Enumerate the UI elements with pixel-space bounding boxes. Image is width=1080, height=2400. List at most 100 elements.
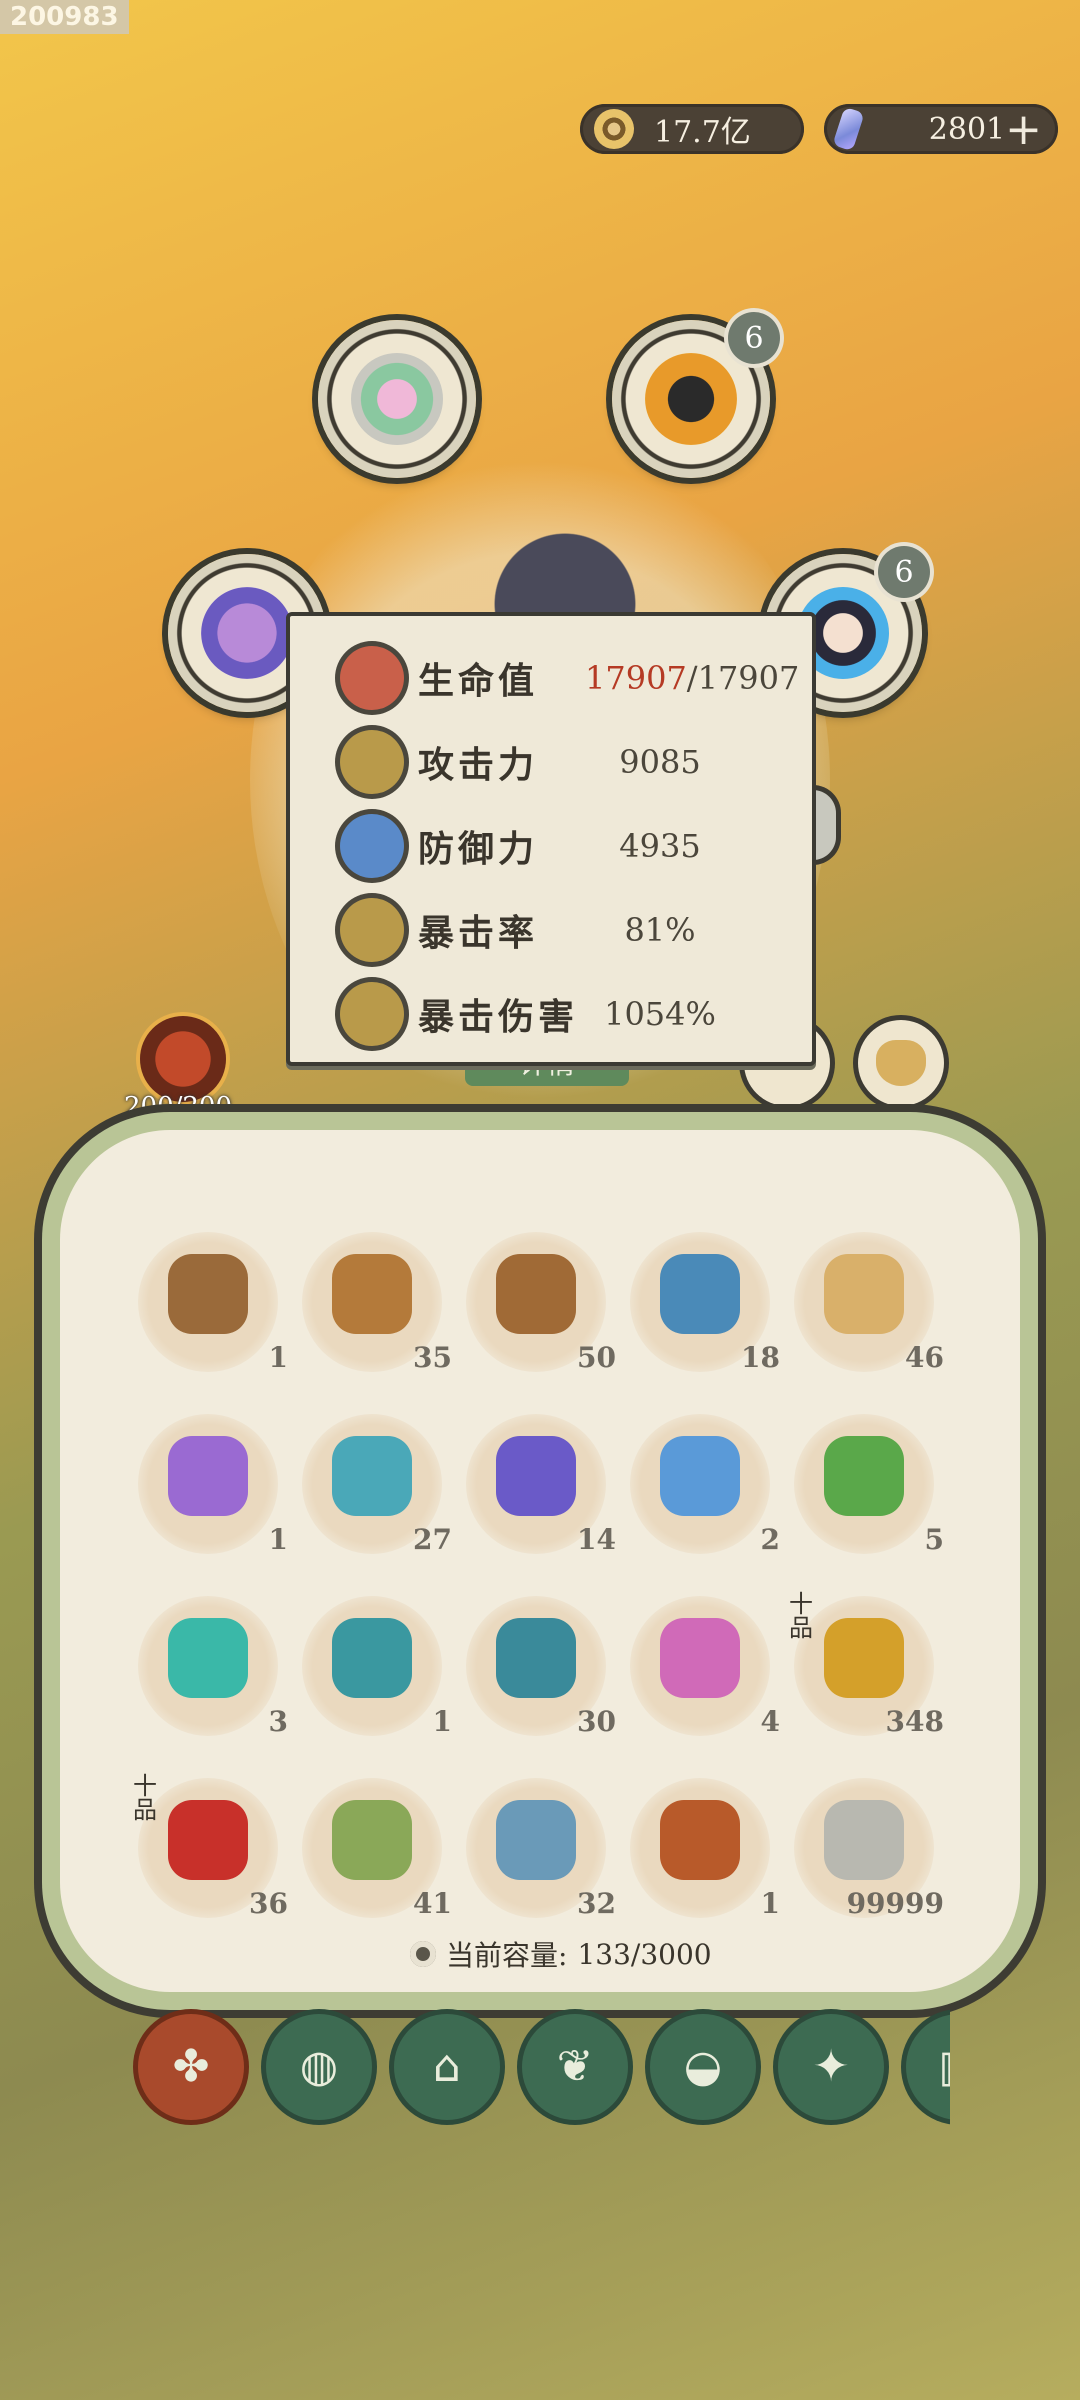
coin-bar[interactable]: 17.7亿: [580, 104, 804, 154]
gem-bar[interactable]: 2801 +: [824, 104, 1058, 155]
crit-rate-icon: [340, 898, 404, 962]
corner-id-label: 200983: [0, 0, 129, 34]
wood-icon: ◍: [299, 2041, 339, 2092]
fish-purple-icon: [496, 1436, 576, 1516]
golden-berries-icon: [824, 1618, 904, 1698]
stat-label-attack: 攻击力: [418, 744, 539, 786]
item-grade: 十品: [133, 1772, 157, 1824]
inventory-slot[interactable]: 30: [466, 1596, 616, 1738]
inventory-slot[interactable]: 18: [630, 1232, 780, 1374]
wooden-token-icon: [660, 1800, 740, 1880]
category-tab-food[interactable]: ◒: [650, 2014, 756, 2120]
crit-damage-icon: [340, 982, 404, 1046]
item-quantity: 41: [413, 1887, 452, 1920]
chest-blue-icon: [660, 1254, 740, 1334]
purple-ticket-icon: [168, 1436, 248, 1516]
inventory-slot[interactable]: 5: [794, 1414, 944, 1556]
item-quantity: 36: [249, 1887, 288, 1920]
green-pouch-icon: [332, 1800, 412, 1880]
crystal-golem-icon: [201, 587, 293, 679]
category-tab-all[interactable]: ✤全部: [138, 2014, 244, 2120]
blue-pouch-icon: [496, 1800, 576, 1880]
stat-row-attack: 攻击力 9085: [290, 720, 812, 804]
inventory-slot[interactable]: 348 十品: [789, 1592, 944, 1738]
stats-tooltip-panel: 生命值 17907/17907 攻击力 9085 防御力 4935 暴击率 81…: [286, 612, 816, 1066]
pet-slot-moth[interactable]: [858, 1020, 944, 1106]
item-quantity: 2: [760, 1523, 780, 1556]
stat-value-crit-damage: 1054%: [604, 995, 716, 1033]
item-quantity: 35: [413, 1341, 452, 1374]
inventory-slot[interactable]: 2: [630, 1414, 780, 1556]
all-icon: ✤: [172, 2041, 210, 2092]
swirl-potion-icon: [332, 1618, 412, 1698]
inventory-slot[interactable]: 27: [302, 1414, 452, 1556]
item-quantity: 348: [885, 1705, 944, 1738]
inventory-slot[interactable]: 14: [466, 1414, 616, 1556]
stat-value-crit-rate: 81%: [624, 911, 696, 949]
inventory-slot[interactable]: 41: [302, 1778, 452, 1920]
inventory-slot[interactable]: 1: [630, 1778, 780, 1920]
food-icon: ◒: [683, 2041, 723, 2092]
stone-icon: [824, 1800, 904, 1880]
coin-icon: [594, 109, 634, 149]
skill-level-badge: 6: [728, 312, 780, 364]
item-quantity: 5: [924, 1523, 944, 1556]
gem-amount: 2801: [928, 111, 1006, 147]
stat-value-hp: 17907/17907: [585, 659, 799, 697]
inventory-slot[interactable]: 35: [302, 1232, 452, 1374]
chest-gold-icon: [332, 1254, 412, 1334]
skill-slot-lotus[interactable]: [318, 320, 476, 478]
inventory-slot[interactable]: 3: [138, 1596, 288, 1738]
inventory-slot[interactable]: 32: [466, 1778, 616, 1920]
inventory-slot[interactable]: 1: [138, 1414, 288, 1556]
item-quantity: 30: [577, 1705, 616, 1738]
category-label: 全部: [156, 2096, 212, 2126]
stat-row-hp: 生命值 17907/17907: [290, 636, 812, 720]
category-bar: ✤全部◍⌂❦◒✦▥: [130, 2006, 950, 2126]
stat-row-crit-rate: 暴击率 81%: [290, 888, 812, 972]
defense-icon: [340, 814, 404, 878]
stat-value-defense: 4935: [619, 827, 701, 865]
add-gems-button[interactable]: +: [1005, 104, 1042, 155]
category-tab-scroll[interactable]: ▥: [906, 2014, 950, 2120]
inventory-slot[interactable]: 46: [794, 1232, 944, 1374]
inventory-slot[interactable]: 50: [466, 1232, 616, 1374]
inventory-slot[interactable]: 4: [630, 1596, 780, 1738]
hero-avatar[interactable]: [140, 1016, 226, 1102]
category-tab-wood[interactable]: ◍: [266, 2014, 372, 2120]
inventory-slot[interactable]: 1: [138, 1232, 288, 1374]
item-quantity: 3: [268, 1705, 288, 1738]
stat-label-crit-damage: 暴击伤害: [418, 996, 579, 1038]
inventory-slot[interactable]: 1: [302, 1596, 452, 1738]
teal-potion-icon: [168, 1618, 248, 1698]
moth-icon: [876, 1040, 926, 1086]
category-tab-leaf[interactable]: ✦: [778, 2014, 884, 2120]
item-quantity: 4: [760, 1705, 780, 1738]
capacity-value: 133/3000: [577, 1937, 712, 1971]
attack-icon: [340, 730, 404, 794]
item-quantity: 1: [760, 1887, 780, 1920]
fish-blue-icon: [660, 1436, 740, 1516]
category-tab-herb[interactable]: ❦: [522, 2014, 628, 2120]
item-quantity: 32: [577, 1887, 616, 1920]
stat-label-hp: 生命值: [418, 660, 539, 702]
inventory-slot[interactable]: 36 十品: [133, 1774, 288, 1920]
item-quantity: 1: [268, 1341, 288, 1374]
stat-row-defense: 防御力 4935: [290, 804, 812, 888]
item-quantity: 1: [268, 1523, 288, 1556]
capacity-indicator: 当前容量: 133/3000: [410, 1934, 712, 1974]
stat-label-crit-rate: 暴击率: [418, 912, 539, 954]
gem-icon: [832, 106, 865, 152]
stat-hp-max: /17907: [686, 659, 800, 697]
inventory-slot[interactable]: 99999: [794, 1778, 944, 1920]
hero-count: 200/200: [124, 1092, 233, 1122]
fish-teal-icon: [332, 1436, 412, 1516]
scroll-icon: ▥: [938, 2041, 950, 2092]
skill-level-badge: 6: [878, 546, 930, 598]
category-tab-house[interactable]: ⌂: [394, 2014, 500, 2120]
leaf-icon: ✦: [812, 2041, 850, 2092]
item-quantity: 14: [577, 1523, 616, 1556]
item-quantity: 18: [741, 1341, 780, 1374]
chest-bag-icon: [496, 1254, 576, 1334]
item-quantity: 99999: [846, 1887, 944, 1920]
